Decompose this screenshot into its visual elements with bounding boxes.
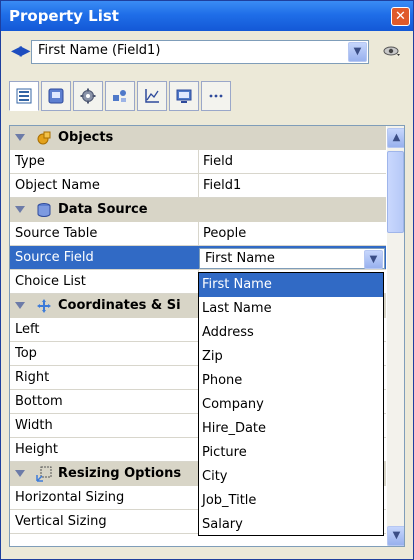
dropdown-option[interactable]: Last Name [199, 297, 383, 321]
property-row-object-name[interactable]: Object Name Field1 [10, 174, 386, 198]
tab-shapes[interactable] [105, 81, 135, 111]
dropdown-option[interactable]: Picture [199, 441, 383, 465]
property-value: People [203, 226, 247, 241]
property-label: Object Name [15, 178, 100, 193]
tab-monitor[interactable] [169, 81, 199, 111]
collapse-triangle-icon[interactable] [15, 470, 25, 477]
property-label: Horizontal Sizing [15, 490, 125, 505]
object-selector-dropdown-button[interactable]: ▼ [348, 42, 367, 62]
collapse-triangle-icon[interactable] [15, 302, 25, 309]
scroll-down-button[interactable]: ▼ [387, 526, 404, 546]
property-row-source-table[interactable]: Source Table People [10, 222, 386, 246]
property-label: Vertical Sizing [15, 514, 107, 529]
objects-icon [37, 131, 51, 145]
source-field-dropdown-list[interactable]: First Name Last Name Address Zip Phone Compan… [198, 272, 384, 536]
chevron-down-icon: ▼ [369, 254, 378, 265]
property-label: Source Table [15, 226, 98, 241]
property-list-window: Property List ✕ ◀▶ First Name (Field1) ▼ [0, 0, 414, 560]
navigate-arrows-icon[interactable]: ◀▶ [11, 43, 30, 59]
more-icon [209, 94, 223, 98]
database-icon [37, 203, 51, 217]
chevron-up-icon: ▲ [392, 132, 401, 143]
tab-display[interactable] [41, 81, 71, 111]
scroll-thumb[interactable] [387, 151, 404, 233]
category-label: Objects [58, 130, 114, 145]
tab-list[interactable] [9, 81, 39, 111]
property-row-type[interactable]: Type Field [10, 150, 386, 174]
tab-gear[interactable] [73, 81, 103, 111]
property-value: Field [203, 154, 234, 169]
display-icon [48, 88, 64, 104]
source-field-value: First Name [205, 251, 275, 266]
dropdown-option[interactable]: Job_Title [199, 489, 383, 513]
move-arrows-icon [37, 299, 51, 313]
collapse-triangle-icon[interactable] [15, 134, 25, 141]
close-icon: ✕ [395, 9, 406, 24]
object-selector-row: ◀▶ First Name (Field1) ▼ [1, 31, 413, 73]
chevron-down-icon: ▼ [353, 46, 362, 57]
category-label: Resizing Options [58, 466, 182, 481]
scroll-up-button[interactable]: ▲ [387, 128, 404, 148]
dropdown-option[interactable]: Zip [199, 345, 383, 369]
list-icon [16, 88, 32, 104]
object-selector-value: First Name (Field1) [38, 43, 161, 58]
property-label: Right [15, 370, 50, 385]
grid-scrollbar[interactable]: ▲ ▼ [387, 126, 404, 546]
source-field-combo[interactable]: First Name ▼ [199, 248, 385, 269]
column-divider [198, 174, 199, 198]
property-label: Choice List [15, 274, 86, 289]
tab-chart[interactable] [137, 81, 167, 111]
category-label: Data Source [58, 202, 148, 217]
title-bar[interactable]: Property List ✕ [1, 1, 413, 31]
property-label: Top [15, 346, 37, 361]
dropdown-option[interactable]: First Name [199, 273, 383, 297]
dropdown-option[interactable]: Hire_Date [199, 417, 383, 441]
property-label: Width [15, 418, 53, 433]
property-label: Left [15, 322, 40, 337]
property-label: Bottom [15, 394, 63, 409]
shapes-icon [113, 90, 126, 102]
tab-more[interactable] [201, 81, 231, 111]
eye-icon[interactable] [383, 45, 401, 57]
object-selector[interactable]: First Name (Field1) ▼ [31, 40, 369, 64]
category-data-source[interactable]: Data Source [10, 198, 386, 222]
property-label: Source Field [15, 250, 94, 265]
source-field-dropdown-button[interactable]: ▼ [364, 250, 383, 269]
close-button[interactable]: ✕ [391, 7, 410, 26]
property-tab-bar [1, 73, 413, 123]
property-value: Field1 [203, 178, 242, 193]
property-label: Type [15, 154, 45, 169]
monitor-icon [176, 89, 192, 103]
property-row-source-field[interactable]: Source Field First Name ▼ [10, 246, 386, 270]
column-divider [198, 222, 199, 246]
dropdown-option[interactable]: Address [199, 321, 383, 345]
category-label: Coordinates & Si [58, 298, 181, 313]
property-label: Height [15, 442, 58, 457]
chart-icon [145, 89, 159, 103]
dropdown-option[interactable]: Company [199, 393, 383, 417]
window-title: Property List [9, 7, 119, 25]
resize-icon [36, 466, 52, 482]
dropdown-option[interactable]: City [199, 465, 383, 489]
category-objects[interactable]: Objects [10, 126, 386, 150]
dropdown-option[interactable]: Salary [199, 513, 383, 537]
gear-icon [80, 88, 96, 104]
dropdown-option[interactable]: Phone [199, 369, 383, 393]
column-divider [198, 150, 199, 174]
collapse-triangle-icon[interactable] [15, 206, 25, 213]
chevron-down-icon: ▼ [392, 530, 401, 541]
